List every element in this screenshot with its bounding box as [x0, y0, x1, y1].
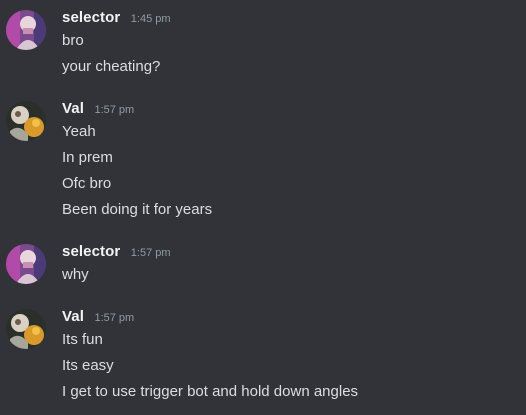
timestamp: 1:57 pm [94, 312, 135, 324]
selector-avatar-icon [6, 244, 46, 284]
message-text: your cheating? [62, 58, 161, 75]
message-text: Ofc bro [62, 175, 112, 192]
message-text: Been doing it for years [62, 201, 213, 218]
avatar[interactable] [6, 309, 46, 349]
message-header: Val 1:57 pm [62, 100, 134, 120]
username[interactable]: Val [62, 100, 84, 117]
message-text: Its fun [62, 331, 103, 348]
avatar[interactable] [6, 101, 46, 141]
timestamp: 1:45 pm [130, 13, 171, 25]
username[interactable]: selector [62, 243, 120, 260]
timestamp: 1:57 pm [94, 104, 135, 116]
message-text: bro [62, 32, 84, 49]
timestamp: 1:57 pm [130, 247, 171, 259]
message-header: Val 1:57 pm [62, 308, 134, 328]
message-text: why [62, 266, 89, 283]
avatar[interactable] [6, 10, 46, 50]
username[interactable]: selector [62, 9, 120, 26]
message-text: In prem [62, 149, 113, 166]
val-avatar-icon [6, 101, 46, 141]
message-text: I get to use trigger bot and hold down a… [62, 383, 359, 400]
message-text: Its easy [62, 357, 114, 374]
avatar[interactable] [6, 244, 46, 284]
chat-message-list: selector 1:45 pm bro your cheating? Val … [0, 0, 526, 415]
username[interactable]: Val [62, 308, 84, 325]
val-avatar-icon [6, 309, 46, 349]
selector-avatar-icon [6, 10, 46, 50]
message-text: Yeah [62, 123, 96, 140]
message-header: selector 1:57 pm [62, 243, 171, 263]
message-header: selector 1:45 pm [62, 9, 171, 29]
